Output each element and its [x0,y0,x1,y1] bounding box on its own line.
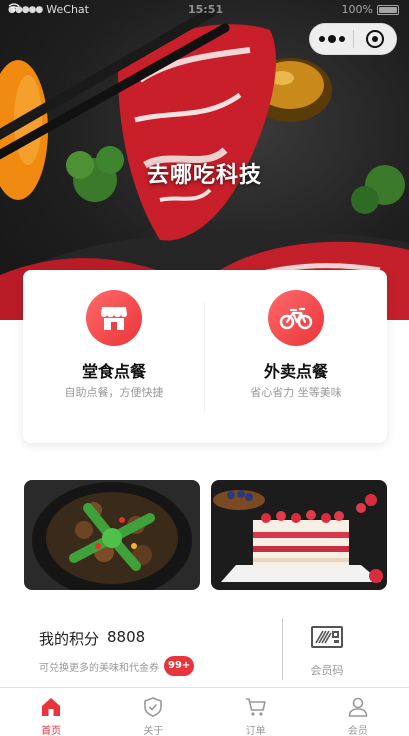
tab-member-label: 会员 [347,726,368,736]
tab-about-label: 关于 [143,726,164,736]
tab-about[interactable]: 关于 [102,688,204,736]
status-bar: ●●●●● WeChat 15:51 100% [0,0,409,20]
home-icon [42,698,61,716]
close-miniprogram-button[interactable] [354,23,396,55]
clock: 15:51 [188,3,224,16]
divider [282,618,283,680]
target-icon [365,30,384,48]
points-summary[interactable]: 我的积分 8808 可兑换更多的美味和代金券 99+ [39,612,269,684]
coupon-count-badge: 99+ [164,656,195,676]
points-value: 8808 [107,628,146,646]
wifi-icon [8,3,20,12]
promo-image-cake[interactable] [211,480,387,590]
tab-home[interactable]: 首页 [0,688,102,736]
member-code-label: 会员码 [310,664,344,677]
bicycle-icon [268,290,324,346]
points-label: 我的积分 [39,630,100,648]
carrier-label: WeChat [46,3,89,16]
tab-orders[interactable]: 订单 [205,688,307,736]
points-hint: 可兑换更多的美味和代金券 [39,662,159,674]
member-code-button[interactable]: 会员码 [292,620,362,678]
person-icon [348,697,368,717]
dine-in-option[interactable]: 堂食点餐 自助点餐，方便快捷 [23,270,205,443]
shield-check-icon [144,697,163,717]
dine-in-subtitle: 自助点餐，方便快捷 [64,386,164,399]
delivery-option[interactable]: 外卖点餐 省心省力 坐等美味 [205,270,387,443]
brand-title: 去哪吃科技 [146,163,262,188]
cart-icon [245,698,266,716]
dine-in-title: 堂食点餐 [81,362,146,381]
promo-image-dish[interactable] [24,480,200,590]
tab-home-label: 首页 [41,726,62,736]
points-section: 我的积分 8808 可兑换更多的美味和代金券 99+ 会员码 [0,612,409,684]
storefront-icon [86,290,142,346]
bottom-tab-bar: 首页 关于 订单 会员 [0,687,409,736]
tab-member[interactable]: 会员 [307,688,409,736]
more-menu-button[interactable] [310,23,353,55]
battery-percent: 100% [341,3,373,16]
delivery-title: 外卖点餐 [263,362,328,381]
order-card: 堂食点餐 自助点餐，方便快捷 外卖点餐 省心省力 坐等美味 [23,270,387,443]
tab-orders-label: 订单 [245,726,266,736]
battery-icon [377,4,399,15]
delivery-subtitle: 省心省力 坐等美味 [250,386,342,399]
member-card-icon [311,626,343,648]
miniprogram-capsule [309,23,397,55]
